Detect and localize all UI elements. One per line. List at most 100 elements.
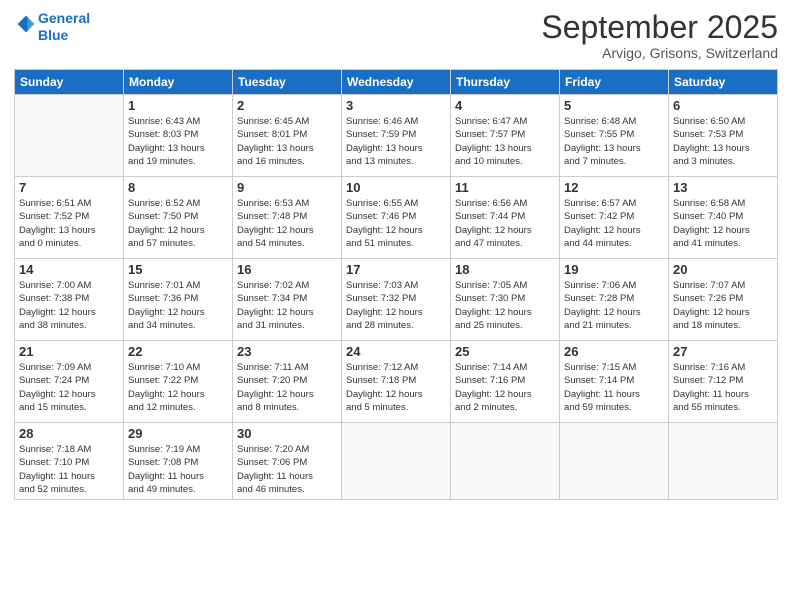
week-row-3: 14 Sunrise: 7:00 AM Sunset: 7:38 PM Dayli…: [15, 259, 778, 341]
day-number: 24: [346, 344, 446, 359]
calendar-cell: 4 Sunrise: 6:47 AM Sunset: 7:57 PM Daylig…: [451, 95, 560, 177]
day-number: 18: [455, 262, 555, 277]
calendar-cell: 6 Sunrise: 6:50 AM Sunset: 7:53 PM Daylig…: [669, 95, 778, 177]
day-info: Sunrise: 7:00 AM Sunset: 7:38 PM Dayligh…: [19, 279, 119, 332]
calendar-cell: 2 Sunrise: 6:45 AM Sunset: 8:01 PM Daylig…: [233, 95, 342, 177]
day-number: 26: [564, 344, 664, 359]
calendar-cell: 25 Sunrise: 7:14 AM Sunset: 7:16 PM Dayli…: [451, 341, 560, 423]
calendar-cell: 3Sunrise: 6:46 AM Sunset: 7:59 PM Daylig…: [342, 95, 451, 177]
day-number: 2: [237, 98, 337, 113]
week-row-5: 28 Sunrise: 7:18 AM Sunset: 7:10 PM Dayli…: [15, 423, 778, 500]
calendar-cell: 27 Sunrise: 7:16 AM Sunset: 7:12 PM Dayli…: [669, 341, 778, 423]
day-number: 12: [564, 180, 664, 195]
logo-text: General Blue: [38, 10, 90, 44]
day-info: Sunrise: 7:10 AM Sunset: 7:22 PM Dayligh…: [128, 361, 228, 414]
logo: General Blue: [14, 10, 90, 44]
day-number: 11: [455, 180, 555, 195]
calendar-cell: 12 Sunrise: 6:57 AM Sunset: 7:42 PM Dayli…: [560, 177, 669, 259]
day-info: Sunrise: 6:51 AM Sunset: 7:52 PM Dayligh…: [19, 197, 119, 250]
logo-line1: General: [38, 10, 90, 26]
day-number: 1: [128, 98, 228, 113]
header: General Blue September 2025 Arvigo, Gris…: [14, 10, 778, 61]
calendar-cell: 15 Sunrise: 7:01 AM Sunset: 7:36 PM Dayli…: [124, 259, 233, 341]
day-number: 29: [128, 426, 228, 441]
day-number: 6: [673, 98, 773, 113]
day-number: 14: [19, 262, 119, 277]
day-info: Sunrise: 7:18 AM Sunset: 7:10 PM Dayligh…: [19, 443, 119, 496]
calendar-cell: 11 Sunrise: 6:56 AM Sunset: 7:44 PM Dayli…: [451, 177, 560, 259]
day-number: 15: [128, 262, 228, 277]
calendar-cell: [342, 423, 451, 500]
day-info: Sunrise: 7:02 AM Sunset: 7:34 PM Dayligh…: [237, 279, 337, 332]
calendar-cell: 19 Sunrise: 7:06 AM Sunset: 7:28 PM Dayli…: [560, 259, 669, 341]
calendar-cell: 29 Sunrise: 7:19 AM Sunset: 7:08 PM Dayli…: [124, 423, 233, 500]
calendar-table: SundayMondayTuesdayWednesdayThursdayFrid…: [14, 69, 778, 500]
day-info: Sunrise: 7:20 AM Sunset: 7:06 PM Dayligh…: [237, 443, 337, 496]
calendar-cell: 20 Sunrise: 7:07 AM Sunset: 7:26 PM Dayli…: [669, 259, 778, 341]
location: Arvigo, Grisons, Switzerland: [541, 45, 778, 61]
col-header-saturday: Saturday: [669, 70, 778, 95]
calendar-cell: [560, 423, 669, 500]
month-title: September 2025: [541, 10, 778, 45]
col-header-sunday: Sunday: [15, 70, 124, 95]
calendar-cell: 23 Sunrise: 7:11 AM Sunset: 7:20 PM Dayli…: [233, 341, 342, 423]
week-row-4: 21 Sunrise: 7:09 AM Sunset: 7:24 PM Dayli…: [15, 341, 778, 423]
calendar-cell: 7 Sunrise: 6:51 AM Sunset: 7:52 PM Daylig…: [15, 177, 124, 259]
day-number: 23: [237, 344, 337, 359]
calendar-cell: 22Sunrise: 7:10 AM Sunset: 7:22 PM Dayli…: [124, 341, 233, 423]
col-header-tuesday: Tuesday: [233, 70, 342, 95]
calendar-cell: 14 Sunrise: 7:00 AM Sunset: 7:38 PM Dayli…: [15, 259, 124, 341]
logo-line2: Blue: [38, 27, 90, 44]
day-number: 10: [346, 180, 446, 195]
day-info: Sunrise: 6:47 AM Sunset: 7:57 PM Dayligh…: [455, 115, 555, 168]
day-number: 30: [237, 426, 337, 441]
col-header-friday: Friday: [560, 70, 669, 95]
day-info: Sunrise: 6:45 AM Sunset: 8:01 PM Dayligh…: [237, 115, 337, 168]
day-info: Sunrise: 7:16 AM Sunset: 7:12 PM Dayligh…: [673, 361, 773, 414]
calendar-cell: 16 Sunrise: 7:02 AM Sunset: 7:34 PM Dayli…: [233, 259, 342, 341]
day-number: 4: [455, 98, 555, 113]
day-number: 25: [455, 344, 555, 359]
day-info: Sunrise: 6:57 AM Sunset: 7:42 PM Dayligh…: [564, 197, 664, 250]
calendar-cell: [15, 95, 124, 177]
calendar-cell: 26 Sunrise: 7:15 AM Sunset: 7:14 PM Dayli…: [560, 341, 669, 423]
col-header-monday: Monday: [124, 70, 233, 95]
calendar-cell: 30 Sunrise: 7:20 AM Sunset: 7:06 PM Dayli…: [233, 423, 342, 500]
calendar-cell: 10Sunrise: 6:55 AM Sunset: 7:46 PM Dayli…: [342, 177, 451, 259]
day-info: Sunrise: 7:07 AM Sunset: 7:26 PM Dayligh…: [673, 279, 773, 332]
day-info: Sunrise: 6:52 AM Sunset: 7:50 PM Dayligh…: [128, 197, 228, 250]
day-number: 16: [237, 262, 337, 277]
day-info: Sunrise: 6:53 AM Sunset: 7:48 PM Dayligh…: [237, 197, 337, 250]
day-info: Sunrise: 7:03 AM Sunset: 7:32 PM Dayligh…: [346, 279, 446, 332]
day-info: Sunrise: 6:58 AM Sunset: 7:40 PM Dayligh…: [673, 197, 773, 250]
day-info: Sunrise: 7:15 AM Sunset: 7:14 PM Dayligh…: [564, 361, 664, 414]
day-number: 28: [19, 426, 119, 441]
day-info: Sunrise: 6:56 AM Sunset: 7:44 PM Dayligh…: [455, 197, 555, 250]
calendar-cell: [451, 423, 560, 500]
day-info: Sunrise: 7:01 AM Sunset: 7:36 PM Dayligh…: [128, 279, 228, 332]
day-number: 8: [128, 180, 228, 195]
day-info: Sunrise: 6:46 AM Sunset: 7:59 PM Dayligh…: [346, 115, 446, 168]
day-info: Sunrise: 6:48 AM Sunset: 7:55 PM Dayligh…: [564, 115, 664, 168]
day-info: Sunrise: 7:19 AM Sunset: 7:08 PM Dayligh…: [128, 443, 228, 496]
day-info: Sunrise: 7:09 AM Sunset: 7:24 PM Dayligh…: [19, 361, 119, 414]
day-info: Sunrise: 7:06 AM Sunset: 7:28 PM Dayligh…: [564, 279, 664, 332]
day-number: 21: [19, 344, 119, 359]
day-number: 27: [673, 344, 773, 359]
day-info: Sunrise: 7:14 AM Sunset: 7:16 PM Dayligh…: [455, 361, 555, 414]
day-number: 13: [673, 180, 773, 195]
week-row-1: 1Sunrise: 6:43 AM Sunset: 8:03 PM Daylig…: [15, 95, 778, 177]
calendar-cell: 13 Sunrise: 6:58 AM Sunset: 7:40 PM Dayli…: [669, 177, 778, 259]
day-info: Sunrise: 7:05 AM Sunset: 7:30 PM Dayligh…: [455, 279, 555, 332]
col-header-thursday: Thursday: [451, 70, 560, 95]
day-number: 9: [237, 180, 337, 195]
day-info: Sunrise: 6:50 AM Sunset: 7:53 PM Dayligh…: [673, 115, 773, 168]
day-info: Sunrise: 7:11 AM Sunset: 7:20 PM Dayligh…: [237, 361, 337, 414]
calendar-cell: 8 Sunrise: 6:52 AM Sunset: 7:50 PM Daylig…: [124, 177, 233, 259]
calendar-cell: 9 Sunrise: 6:53 AM Sunset: 7:48 PM Daylig…: [233, 177, 342, 259]
day-number: 19: [564, 262, 664, 277]
day-number: 7: [19, 180, 119, 195]
calendar-cell: 17Sunrise: 7:03 AM Sunset: 7:32 PM Dayli…: [342, 259, 451, 341]
header-row: SundayMondayTuesdayWednesdayThursdayFrid…: [15, 70, 778, 95]
day-number: 20: [673, 262, 773, 277]
